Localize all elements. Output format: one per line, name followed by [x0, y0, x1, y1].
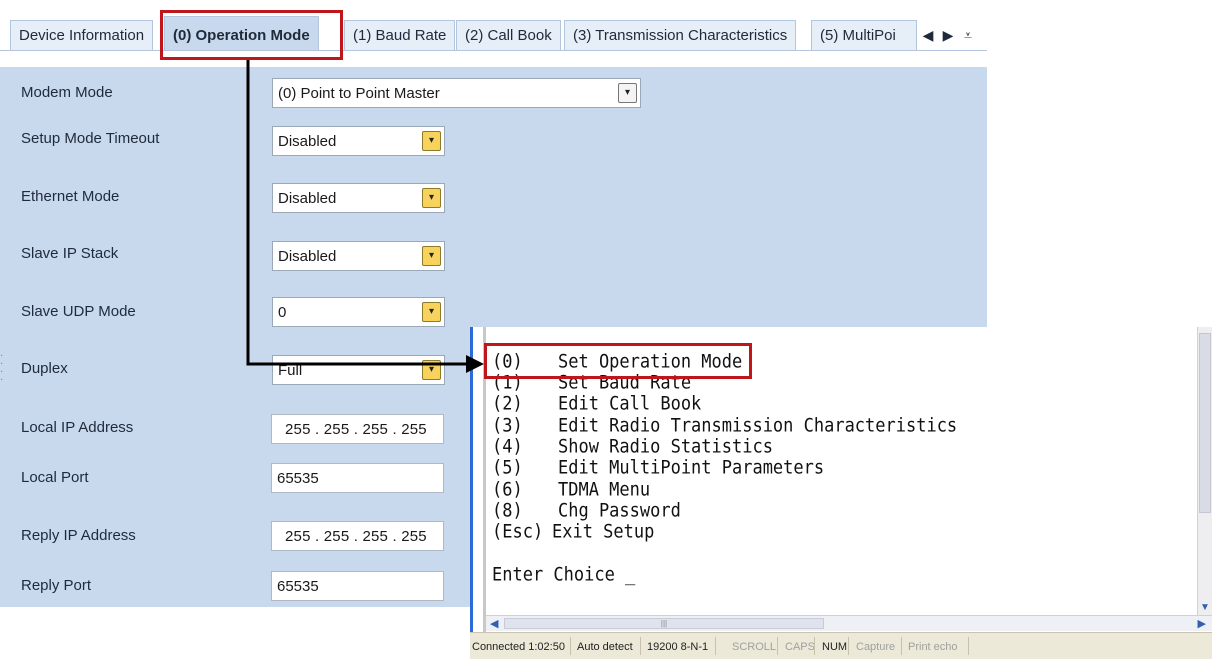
chevron-down-icon[interactable]: ▾	[422, 246, 441, 266]
reply-port-value: 65535	[277, 578, 319, 595]
status-separator	[777, 637, 778, 655]
tab-baud-rate[interactable]: (1) Baud Rate	[344, 20, 456, 50]
menu-text: TDMA Menu	[558, 479, 651, 501]
reply-port-label: Reply Port	[21, 577, 92, 594]
status-scroll: SCROLL	[732, 641, 777, 653]
slave-udp-mode-value: 0	[278, 304, 287, 321]
modem-mode-select[interactable]: (0) Point to Point Master ▾	[272, 78, 641, 108]
setup-mode-timeout-value: Disabled	[278, 133, 337, 150]
menu-key: (3)	[492, 415, 523, 437]
local-port-field[interactable]: 65535	[271, 463, 444, 493]
status-separator	[968, 637, 969, 655]
menu-key: (5)	[492, 457, 523, 479]
menu-key: (2)	[492, 393, 523, 415]
local-port-value: 65535	[277, 470, 319, 487]
scrollbar-thumb[interactable]	[1199, 333, 1211, 513]
tab-divider	[0, 50, 987, 51]
local-ip-field[interactable]: 255 . 255 . 255 . 255	[271, 414, 444, 444]
menu-key: (Esc)	[492, 521, 544, 543]
menu-text: Exit Setup	[552, 521, 655, 543]
status-separator	[848, 637, 849, 655]
scroll-down-icon[interactable]: ▼	[1200, 602, 1210, 613]
menu-key: (8)	[492, 500, 523, 522]
duplex-value: Full	[278, 362, 303, 379]
slave-udp-mode-select[interactable]: 0 ▾	[272, 297, 445, 327]
reply-ip-value: 255 . 255 . 255 . 255	[285, 528, 427, 545]
reply-port-field[interactable]: 65535	[271, 571, 444, 601]
status-separator	[901, 637, 902, 655]
ethernet-mode-select[interactable]: Disabled ▾	[272, 183, 445, 213]
menu-key: (6)	[492, 479, 523, 501]
status-port-settings: 19200 8-N-1	[647, 641, 709, 653]
status-print-echo: Print echo	[908, 641, 958, 653]
duplex-select[interactable]: Full ▾	[272, 355, 445, 385]
status-bar: Connected 1:02:50 Auto detect 19200 8-N-…	[470, 632, 1212, 659]
menu-key: (4)	[492, 436, 523, 458]
tab-scroll-left-icon[interactable]: ◀	[918, 20, 938, 50]
scroll-left-icon[interactable]: ◀	[490, 617, 498, 630]
ethernet-mode-value: Disabled	[278, 190, 337, 207]
modem-mode-label: Modem Mode	[21, 84, 113, 101]
menu-text: Chg Password	[558, 500, 681, 522]
status-num: NUM	[822, 641, 848, 653]
reply-ip-field[interactable]: 255 . 255 . 255 . 255	[271, 521, 444, 551]
local-port-label: Local Port	[21, 469, 89, 486]
menu-text: Edit MultiPoint Parameters	[558, 457, 825, 479]
local-ip-label: Local IP Address	[21, 419, 134, 436]
reply-ip-label: Reply IP Address	[21, 527, 136, 544]
local-ip-value: 255 . 255 . 255 . 255	[285, 421, 427, 438]
tab-scroll-right-icon[interactable]: ▶	[938, 20, 958, 50]
chevron-down-icon[interactable]: ▾	[422, 131, 441, 151]
horizontal-scrollbar[interactable]: ◀ ||| ▶	[486, 615, 1212, 631]
menu-text: Edit Call Book	[558, 393, 702, 415]
slave-ip-stack-label: Slave IP Stack	[21, 245, 119, 262]
terminal-prompt: Enter Choice _	[492, 564, 636, 586]
status-separator	[570, 637, 571, 655]
tab-list-menu-icon[interactable]: ⩡	[958, 20, 978, 50]
slave-udp-mode-label: Slave UDP Mode	[21, 303, 136, 320]
status-separator	[715, 637, 716, 655]
splitter-grip-icon[interactable]: · · · ·	[0, 351, 4, 388]
chevron-down-icon[interactable]: ▾	[618, 83, 637, 103]
tab-multipoint[interactable]: (5) MultiPoi	[811, 20, 917, 50]
vertical-scrollbar[interactable]: ▼	[1197, 327, 1212, 615]
status-separator	[814, 637, 815, 655]
modem-mode-value: (0) Point to Point Master	[278, 85, 440, 102]
status-caps: CAPS	[785, 641, 815, 653]
status-detect: Auto detect	[577, 641, 633, 653]
tab-bar: Device Information (0) Operation Mode (1…	[0, 0, 987, 67]
tab-transmission-characteristics[interactable]: (3) Transmission Characteristics	[564, 20, 797, 50]
duplex-label: Duplex	[21, 360, 68, 377]
scroll-right-icon[interactable]: ▶	[1198, 617, 1206, 630]
scrollbar-thumb[interactable]: |||	[504, 618, 824, 629]
ethernet-mode-label: Ethernet Mode	[21, 188, 120, 205]
status-connected: Connected 1:02:50	[472, 641, 565, 653]
chevron-down-icon[interactable]: ▾	[422, 188, 441, 208]
tab-call-book[interactable]: (2) Call Book	[456, 20, 561, 50]
tab-device-information[interactable]: Device Information	[10, 20, 154, 50]
status-separator	[640, 637, 641, 655]
slave-ip-stack-value: Disabled	[278, 248, 337, 265]
slave-ip-stack-select[interactable]: Disabled ▾	[272, 241, 445, 271]
menu-text: Show Radio Statistics	[558, 436, 773, 458]
menu-text: Edit Radio Transmission Characteristics	[558, 415, 958, 437]
setup-mode-timeout-label: Setup Mode Timeout	[21, 130, 160, 147]
status-capture: Capture	[856, 641, 896, 653]
tab-highlight-box	[160, 10, 343, 60]
chevron-down-icon[interactable]: ▾	[422, 360, 441, 380]
setup-mode-timeout-select[interactable]: Disabled ▾	[272, 126, 445, 156]
menu-highlight-box	[484, 343, 752, 379]
chevron-down-icon[interactable]: ▾	[422, 302, 441, 322]
